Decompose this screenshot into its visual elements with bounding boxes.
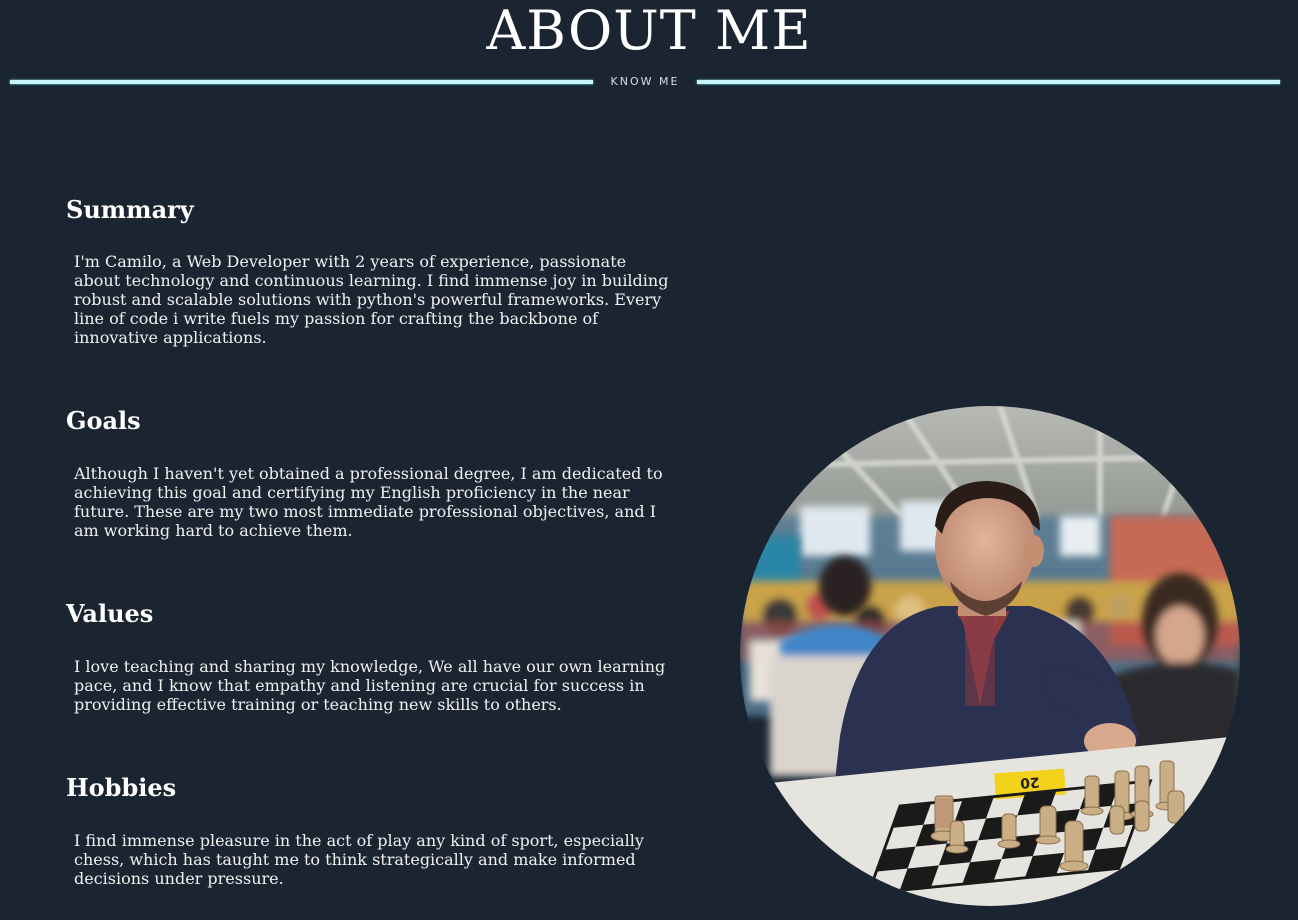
about-me-page: ABOUT ME KNOW ME Summary I'm Camilo, a W… (0, 0, 1298, 920)
summary-text: I'm Camilo, a Web Developer with 2 years… (74, 252, 669, 347)
title-divider-left (10, 80, 593, 84)
hobbies-text: I find immense pleasure in the act of pl… (74, 831, 644, 888)
hobbies-heading: Hobbies (66, 773, 177, 802)
values-text: I love teaching and sharing my knowledge… (74, 657, 666, 714)
summary-heading: Summary (66, 195, 194, 224)
page-subtitle: KNOW ME (610, 75, 680, 88)
hobbies-section: Hobbies I find immense pleasure in the a… (66, 773, 676, 889)
page-title: ABOUT ME (486, 0, 812, 62)
profile-photo: 20 (740, 406, 1240, 906)
summary-section: Summary I'm Camilo, a Web Developer with… (66, 195, 676, 348)
svg-text:20: 20 (1019, 773, 1040, 790)
title-divider-right (697, 80, 1280, 84)
goals-text: Although I haven't yet obtained a profes… (74, 464, 663, 540)
values-heading: Values (66, 599, 154, 628)
profile-photo-chess-icon: 20 (740, 406, 1240, 906)
goals-heading: Goals (66, 406, 141, 435)
values-section: Values I love teaching and sharing my kn… (66, 599, 676, 715)
goals-section: Goals Although I haven't yet obtained a … (66, 406, 676, 541)
